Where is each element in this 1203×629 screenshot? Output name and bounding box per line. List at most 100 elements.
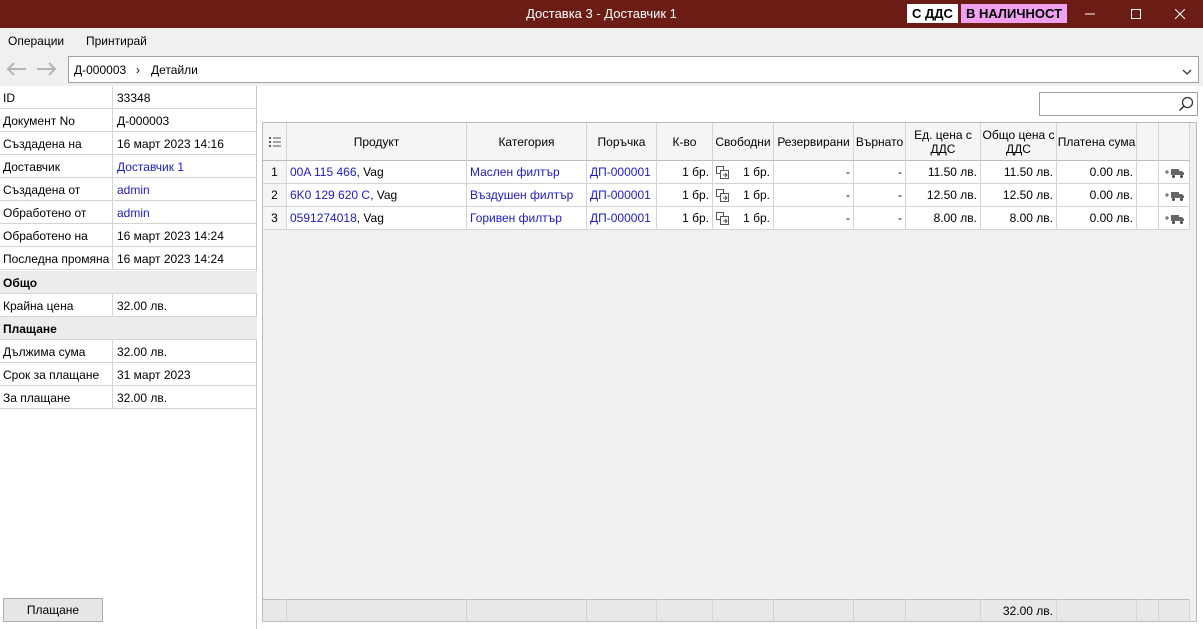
header-reserved[interactable]: Резервирани <box>774 123 854 161</box>
header-product[interactable]: Продукт <box>287 123 467 161</box>
menu-operations[interactable]: Операции <box>0 28 72 52</box>
footer-cell <box>287 599 467 621</box>
items-panel: Продукт Категория Поръчка К-во Свободни … <box>258 86 1203 629</box>
info-row-final-price: Крайна цена 32.00 лв. <box>0 294 257 317</box>
minimize-icon <box>1085 13 1095 15</box>
footer-cell <box>1137 599 1159 621</box>
copy-icon <box>716 212 729 225</box>
header-free[interactable]: Свободни <box>713 123 774 161</box>
table-row[interactable]: 1 00A 115 466, Vag Маслен филтър ДП-000001 1… <box>263 161 1198 184</box>
info-row: Доставчик Доставчик 1 <box>0 155 257 178</box>
minimize-button[interactable] <box>1067 0 1113 28</box>
footer-cell <box>854 599 906 621</box>
returned-cell: - <box>854 184 906 207</box>
info-label: Крайна цена <box>3 299 74 313</box>
info-value: 16 март 2023 14:24 <box>112 224 257 246</box>
add-delivery-button[interactable] <box>1159 184 1190 207</box>
info-label: Създадена на <box>3 137 82 151</box>
header-category[interactable]: Категория <box>467 123 587 161</box>
product-link[interactable]: 0591274018 <box>290 211 357 225</box>
delivery-truck-icon <box>1165 169 1184 178</box>
row-number: 1 <box>263 161 287 184</box>
unit-price-cell: 11.50 лв. <box>906 161 981 184</box>
header-order[interactable]: Поръчка <box>587 123 657 161</box>
table-row[interactable]: 2 6K0 129 620 C, Vag Въздушен филтър ДП-000… <box>263 184 1198 207</box>
arrow-left-icon <box>6 62 26 76</box>
footer-cell <box>263 599 287 621</box>
close-icon <box>1175 9 1185 19</box>
search-input[interactable] <box>1039 92 1198 116</box>
column-chooser-button[interactable] <box>263 123 287 161</box>
returned-cell: - <box>854 207 906 230</box>
total-price-cell: 8.00 лв. <box>981 207 1057 230</box>
copy-icon <box>716 166 729 179</box>
category-link[interactable]: Въздушен филтър <box>467 184 587 207</box>
order-link[interactable]: ДП-000001 <box>587 184 657 207</box>
maximize-button[interactable] <box>1113 0 1159 28</box>
total-price-cell: 12.50 лв. <box>981 184 1057 207</box>
footer-cell <box>1159 599 1190 621</box>
chevron-down-icon <box>1182 69 1192 75</box>
breadcrumb-document[interactable]: Д-000003 <box>74 57 126 82</box>
info-value[interactable]: admin <box>112 201 257 223</box>
blank-cell <box>1137 161 1159 184</box>
arrow-right-icon <box>37 62 57 76</box>
info-label: ID <box>3 91 15 105</box>
order-link[interactable]: ДП-000001 <box>587 207 657 230</box>
table-row[interactable]: 3 0591274018, Vag Горивен филтър ДП-000001 1… <box>263 207 1198 230</box>
product-cell: 0591274018, Vag <box>287 207 467 230</box>
title-bar: Доставка 3 - Доставчик 1 С ДДС В НАЛИЧНО… <box>0 0 1203 28</box>
footer-cell <box>774 599 854 621</box>
footer-cell <box>906 599 981 621</box>
product-cell: 00A 115 466, Vag <box>287 161 467 184</box>
details-panel: ID 33348 Документ No Д-000003 Създадена на 16… <box>0 86 257 629</box>
add-delivery-button[interactable] <box>1159 161 1190 184</box>
delivery-truck-icon <box>1165 215 1184 224</box>
product-brand: , Vag <box>370 188 398 202</box>
info-value[interactable]: Доставчик 1 <box>112 155 257 177</box>
total-section-heading: Общо <box>0 271 257 294</box>
order-link[interactable]: ДП-000001 <box>587 161 657 184</box>
info-label: За плащане <box>3 391 71 405</box>
header-paid-amount[interactable]: Платена сума <box>1057 123 1137 161</box>
info-row: ID 33348 <box>0 86 257 109</box>
blank-cell <box>1137 184 1159 207</box>
product-link[interactable]: 00A 115 466 <box>290 165 357 179</box>
info-label: Създадена от <box>3 183 81 197</box>
category-link[interactable]: Горивен филтър <box>467 207 587 230</box>
breadcrumb-dropdown-button[interactable] <box>1182 65 1192 79</box>
info-value: 16 март 2023 14:24 <box>112 247 257 269</box>
back-button[interactable] <box>4 58 28 80</box>
header-total-price[interactable]: Общо цена с ДДС <box>981 123 1057 161</box>
blank-cell <box>1137 207 1159 230</box>
header-unit-price[interactable]: Ед. цена с ДДС <box>906 123 981 161</box>
breadcrumb: Д-000003 › Детайли <box>68 56 1199 83</box>
delivery-truck-icon <box>1165 192 1184 201</box>
list-settings-icon <box>268 136 281 147</box>
header-returned[interactable]: Върнато <box>854 123 906 161</box>
footer-cell <box>587 599 657 621</box>
stock-badge: В НАЛИЧНОСТ <box>961 4 1068 23</box>
header-actions <box>1159 123 1190 161</box>
copy-icon <box>716 189 729 202</box>
total-price-cell: 11.50 лв. <box>981 161 1057 184</box>
free-cell: 1 бр. <box>713 207 774 230</box>
forward-button[interactable] <box>35 58 59 80</box>
vat-badge: С ДДС <box>907 4 958 23</box>
product-link[interactable]: 6K0 129 620 C <box>290 188 370 202</box>
info-label: Документ No <box>3 114 75 128</box>
free-value: 1 бр. <box>743 188 770 202</box>
close-button[interactable] <box>1157 0 1203 28</box>
menu-print[interactable]: Принтирай <box>78 28 155 52</box>
info-value: 33348 <box>112 86 257 108</box>
info-value[interactable]: admin <box>112 178 257 200</box>
info-label: Доставчик <box>3 160 61 174</box>
payment-button[interactable]: Плащане <box>3 598 103 622</box>
search-icon[interactable] <box>1178 96 1194 112</box>
breadcrumb-details[interactable]: Детайли <box>151 57 198 82</box>
category-link[interactable]: Маслен филтър <box>467 161 587 184</box>
paid-amount-cell: 0.00 лв. <box>1057 207 1137 230</box>
header-quantity[interactable]: К-во <box>657 123 713 161</box>
info-row: Обработено на 16 март 2023 14:24 <box>0 224 257 247</box>
add-delivery-button[interactable] <box>1159 207 1190 230</box>
